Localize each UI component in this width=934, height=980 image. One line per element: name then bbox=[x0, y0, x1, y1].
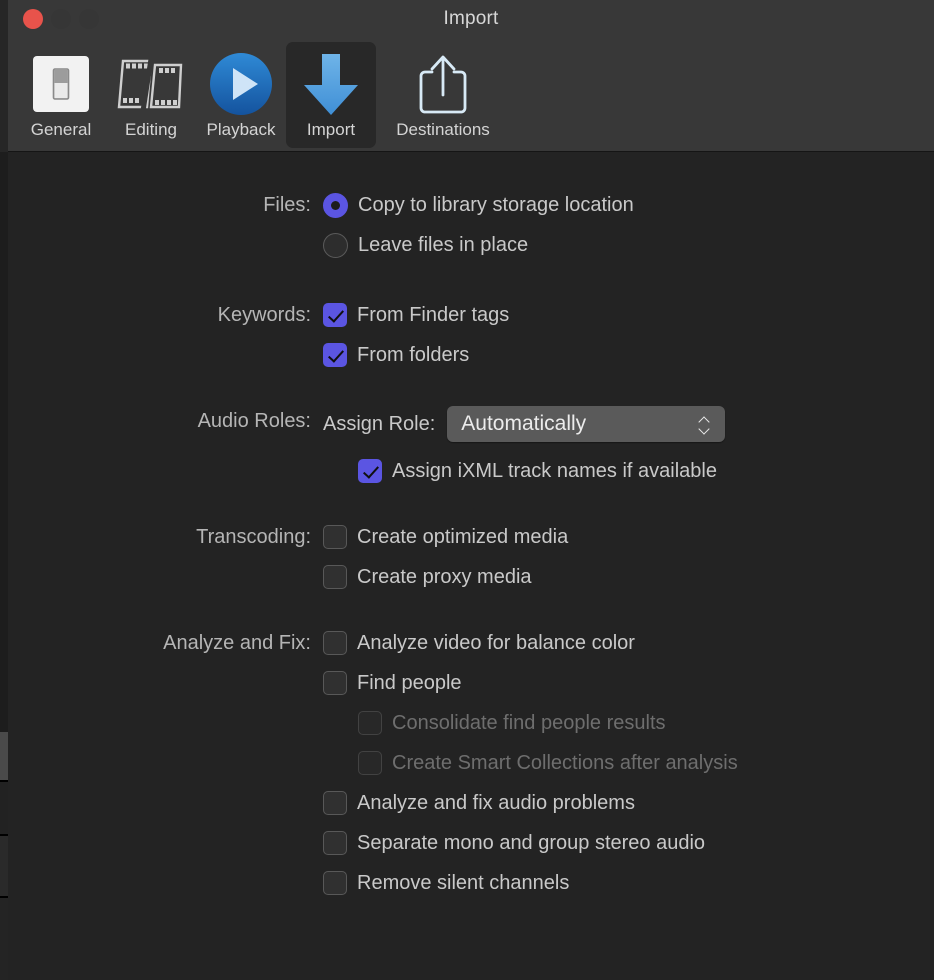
keywords-group: Keywords: From Finder tags From folders bbox=[8, 300, 934, 380]
radio-row-copy-to-library[interactable]: Copy to library storage location bbox=[323, 190, 934, 220]
tab-editing-label: Editing bbox=[125, 120, 177, 139]
checkbox-create-smart-collections-label: Create Smart Collections after analysis bbox=[392, 752, 738, 774]
audio-roles-group: Audio Roles: Assign Role: Automatically … bbox=[8, 406, 934, 496]
radio-row-leave-in-place[interactable]: Leave files in place bbox=[323, 230, 934, 260]
background-strip bbox=[0, 732, 8, 780]
checkbox-remove-silent-channels[interactable] bbox=[323, 871, 347, 895]
checkbox-separate-mono-group-stereo[interactable] bbox=[323, 831, 347, 855]
radio-leave-files-in-place-label: Leave files in place bbox=[358, 234, 529, 256]
checkbox-from-finder-tags[interactable] bbox=[323, 303, 347, 327]
transcoding-group: Transcoding: Create optimized media Crea… bbox=[8, 522, 934, 602]
assign-role-dropdown[interactable]: Automatically bbox=[447, 406, 726, 442]
checkbox-create-optimized-media-label: Create optimized media bbox=[357, 526, 569, 548]
checkbox-row-analyze-fix-audio-problems[interactable]: Analyze and fix audio problems bbox=[323, 788, 934, 818]
checkbox-create-proxy-media[interactable] bbox=[323, 565, 347, 589]
tab-destinations[interactable]: Destinations bbox=[376, 42, 510, 148]
files-group-label: Files: bbox=[263, 194, 311, 216]
analyze-and-fix-group-label: Analyze and Fix: bbox=[163, 632, 311, 654]
transcoding-group-label: Transcoding: bbox=[196, 526, 311, 548]
checkbox-find-people-label: Find people bbox=[357, 672, 462, 694]
checkbox-separate-mono-group-stereo-label: Separate mono and group stereo audio bbox=[357, 832, 706, 854]
background-strip bbox=[0, 898, 8, 980]
destinations-share-icon bbox=[413, 48, 473, 120]
analyze-and-fix-group: Analyze and Fix: Analyze video for balan… bbox=[8, 628, 934, 908]
tab-playback-label: Playback bbox=[206, 120, 276, 139]
checkbox-row-create-smart-collections: Create Smart Collections after analysis bbox=[323, 748, 934, 778]
checkbox-row-analyze-video-balance-color[interactable]: Analyze video for balance color bbox=[323, 628, 934, 658]
radio-copy-to-library-label: Copy to library storage location bbox=[358, 194, 634, 216]
import-settings-pane: Files: Copy to library storage location … bbox=[8, 152, 934, 980]
assign-role-value: Automatically bbox=[461, 412, 587, 435]
window-title: Import bbox=[443, 8, 499, 29]
radio-copy-to-library[interactable] bbox=[323, 192, 348, 218]
checkbox-assign-ixml-track-names[interactable] bbox=[358, 459, 382, 483]
preferences-window: Import General Editing Playback Import D… bbox=[8, 0, 934, 980]
checkbox-assign-ixml-track-names-label: Assign iXML track names if available bbox=[392, 460, 717, 482]
tab-general[interactable]: General bbox=[16, 42, 106, 148]
checkbox-analyze-video-balance-color[interactable] bbox=[323, 631, 347, 655]
toolbar: Import General Editing Playback Import D… bbox=[8, 0, 934, 152]
background-strip bbox=[0, 782, 8, 834]
checkbox-row-separate-mono-group-stereo[interactable]: Separate mono and group stereo audio bbox=[323, 828, 934, 858]
tab-import[interactable]: Import bbox=[286, 42, 376, 148]
checkbox-create-proxy-media-label: Create proxy media bbox=[357, 566, 532, 588]
checkbox-from-finder-tags-label: From Finder tags bbox=[357, 304, 510, 326]
checkbox-row-create-optimized-media[interactable]: Create optimized media bbox=[323, 522, 934, 552]
checkbox-row-consolidate-find-people-results: Consolidate find people results bbox=[323, 708, 934, 738]
tab-destinations-label: Destinations bbox=[396, 120, 490, 139]
background-strip bbox=[0, 0, 8, 152]
files-group: Files: Copy to library storage location … bbox=[8, 190, 934, 270]
checkbox-remove-silent-channels-label: Remove silent channels bbox=[357, 872, 570, 894]
assign-role-label: Assign Role: bbox=[323, 412, 436, 435]
tab-import-label: Import bbox=[306, 120, 356, 139]
chevron-updown-icon bbox=[695, 411, 713, 437]
tab-playback[interactable]: Playback bbox=[196, 42, 286, 148]
checkbox-row-remove-silent-channels[interactable]: Remove silent channels bbox=[323, 868, 934, 898]
checkbox-row-assign-ixml[interactable]: Assign iXML track names if available bbox=[323, 456, 934, 486]
checkbox-analyze-fix-audio-problems-label: Analyze and fix audio problems bbox=[357, 792, 635, 814]
checkbox-analyze-video-balance-color-label: Analyze video for balance color bbox=[357, 632, 635, 654]
checkbox-row-from-folders[interactable]: From folders bbox=[323, 340, 934, 370]
preference-tabs: General Editing Playback Import Destinat… bbox=[16, 42, 510, 148]
general-switch-icon bbox=[30, 48, 92, 120]
checkbox-analyze-fix-audio-problems[interactable] bbox=[323, 791, 347, 815]
checkbox-from-folders[interactable] bbox=[323, 343, 347, 367]
import-arrow-down-icon bbox=[298, 48, 364, 120]
checkbox-create-optimized-media[interactable] bbox=[323, 525, 347, 549]
background-strip bbox=[0, 152, 8, 732]
assign-role-row: Assign Role: Automatically bbox=[323, 406, 934, 442]
radio-leave-files-in-place[interactable] bbox=[323, 232, 348, 258]
checkbox-row-create-proxy-media[interactable]: Create proxy media bbox=[323, 562, 934, 592]
checkbox-row-from-finder-tags[interactable]: From Finder tags bbox=[323, 300, 934, 330]
background-strip bbox=[0, 836, 8, 896]
tab-editing[interactable]: Editing bbox=[106, 42, 196, 148]
playback-play-icon bbox=[208, 48, 274, 120]
audio-roles-group-label: Audio Roles: bbox=[197, 410, 311, 432]
tab-general-label: General bbox=[30, 120, 92, 139]
editing-filmstrip-icon bbox=[117, 48, 185, 120]
checkbox-consolidate-find-people-results bbox=[358, 711, 382, 735]
checkbox-from-folders-label: From folders bbox=[357, 344, 470, 366]
keywords-group-label: Keywords: bbox=[217, 304, 311, 326]
checkbox-consolidate-find-people-results-label: Consolidate find people results bbox=[392, 712, 666, 734]
checkbox-find-people[interactable] bbox=[323, 671, 347, 695]
checkbox-create-smart-collections bbox=[358, 751, 382, 775]
checkbox-row-find-people[interactable]: Find people bbox=[323, 668, 934, 698]
